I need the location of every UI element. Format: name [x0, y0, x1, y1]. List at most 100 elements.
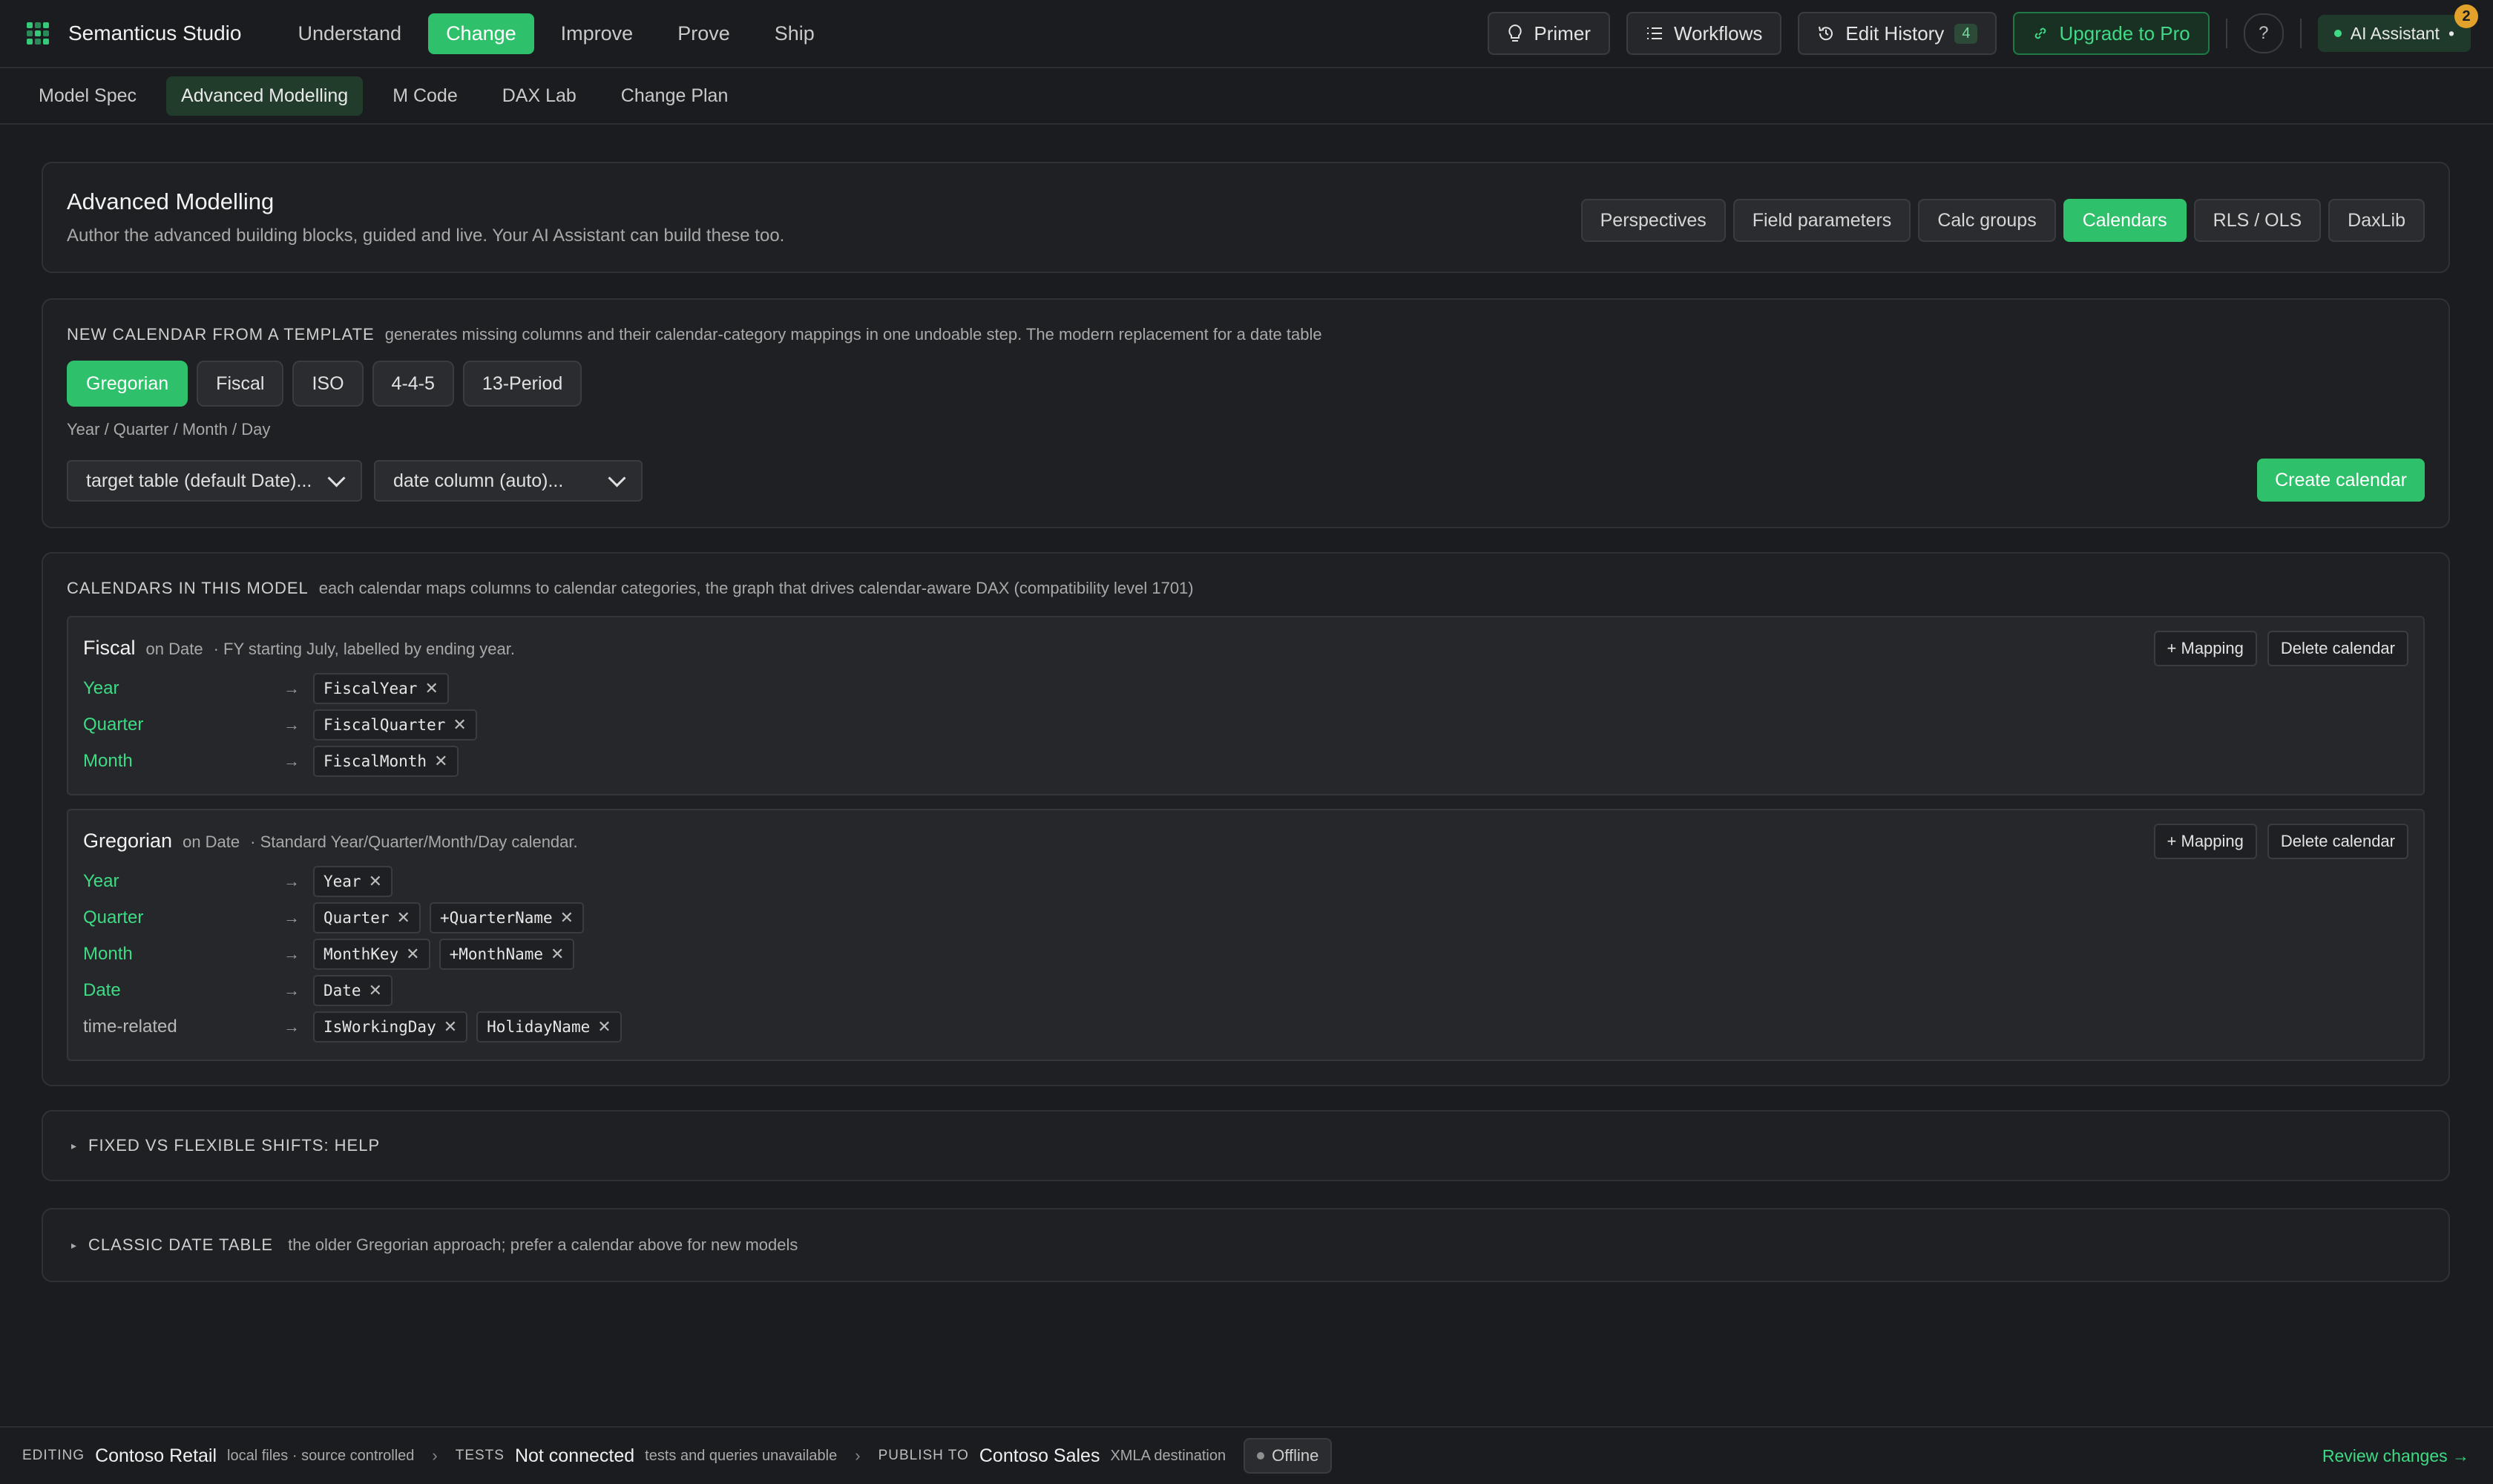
tab-field-parameters[interactable]: Field parameters: [1732, 199, 1911, 242]
feature-tabs: Perspectives Field parameters Calc group…: [1580, 199, 2425, 242]
page-title: Advanced Modelling: [67, 188, 275, 214]
column-name: +MonthName: [449, 945, 544, 963]
edit-history-button[interactable]: Edit History 4: [1798, 12, 1997, 55]
tab-dax-lab[interactable]: DAX Lab: [487, 76, 591, 116]
mapping-category: Month: [83, 944, 133, 964]
expand-icon: ▸: [71, 1139, 77, 1152]
primer-label: Primer: [1534, 22, 1591, 45]
tab-perspectives[interactable]: Perspectives: [1580, 199, 1726, 242]
tab-daxlib[interactable]: DaxLib: [2328, 199, 2425, 242]
calendar-name: Fiscal: [83, 637, 136, 659]
publish-label: PUBLISH TO: [878, 1448, 969, 1463]
delete-calendar-button[interactable]: Delete calendar: [2267, 631, 2408, 666]
nav-prove[interactable]: Prove: [660, 13, 748, 54]
calendars-heading: CALENDARS IN THIS MODEL: [67, 579, 309, 597]
template-fiscal[interactable]: Fiscal: [197, 361, 284, 407]
review-changes-link[interactable]: Review changes →: [2322, 1446, 2469, 1466]
date-column-select[interactable]: date column (auto)...: [374, 460, 643, 502]
remove-icon[interactable]: ✕: [406, 945, 419, 964]
template-gregorian[interactable]: Gregorian: [67, 361, 188, 407]
nav-improve[interactable]: Improve: [543, 13, 651, 54]
chevron-right-icon: ›: [855, 1446, 861, 1465]
template-description: Year / Quarter / Month / Day: [67, 420, 271, 439]
link-icon: [2035, 27, 2046, 39]
upgrade-button[interactable]: Upgrade to Pro: [2013, 12, 2210, 55]
tab-advanced-modelling[interactable]: Advanced Modelling: [166, 76, 364, 116]
remove-icon[interactable]: ✕: [597, 1018, 611, 1037]
arrow-right-icon: →: [283, 908, 300, 927]
remove-icon[interactable]: ✕: [444, 1018, 457, 1037]
list-icon: [1646, 27, 1662, 39]
tab-model-spec[interactable]: Model Spec: [24, 76, 151, 116]
connection-status-badge[interactable]: Offline: [1244, 1438, 1333, 1474]
remove-icon[interactable]: ✕: [453, 716, 466, 735]
ai-assistant-label: AI Assistant: [2350, 23, 2440, 43]
help-button[interactable]: ?: [2243, 13, 2284, 53]
tab-m-code[interactable]: M Code: [378, 76, 473, 116]
target-table-select[interactable]: target table (default Date)...: [67, 460, 362, 502]
ai-assistant-button[interactable]: AI Assistant • 2: [2317, 4, 2478, 52]
mapping-category: Year: [83, 678, 119, 698]
remove-icon[interactable]: ✕: [369, 982, 382, 1000]
editing-label: EDITING: [22, 1448, 85, 1463]
tab-change-plan[interactable]: Change Plan: [606, 76, 743, 116]
main-nav: Understand Change Improve Prove Ship: [280, 13, 832, 54]
tab-rls-ols[interactable]: RLS / OLS: [2193, 199, 2322, 242]
tab-calendars[interactable]: Calendars: [2063, 199, 2187, 242]
mapping-row: Month → MonthKey ✕ +MonthName ✕: [83, 939, 583, 970]
template-13-period[interactable]: 13-Period: [462, 361, 582, 407]
remove-icon[interactable]: ✕: [369, 873, 382, 891]
remove-icon[interactable]: ✕: [551, 945, 564, 964]
remove-icon[interactable]: ✕: [424, 680, 438, 698]
add-mapping-button[interactable]: + Mapping: [2153, 824, 2257, 859]
nav-change[interactable]: Change: [428, 13, 534, 54]
classic-date-table-section[interactable]: ▸ CLASSIC DATE TABLE the older Gregorian…: [42, 1208, 2450, 1282]
upgrade-label: Upgrade to Pro: [2059, 22, 2190, 45]
nav-ship[interactable]: Ship: [757, 13, 832, 54]
template-4-4-5[interactable]: 4-4-5: [372, 361, 454, 407]
editing-note: local files · source controlled: [227, 1447, 415, 1464]
calendars-note: each calendar maps columns to calendar c…: [318, 579, 1194, 597]
classic-date-table-note: the older Gregorian approach; prefer a c…: [288, 1235, 798, 1254]
sub-tabs: Model Spec Advanced Modelling M Code DAX…: [0, 68, 2493, 125]
column-chip: +MonthName ✕: [439, 939, 575, 970]
arrow-right-icon: →: [283, 1017, 300, 1036]
calendar-on: on Date: [183, 833, 240, 851]
publish-note: XMLA destination: [1110, 1447, 1226, 1464]
calendar-description: · Standard Year/Quarter/Month/Day calend…: [250, 833, 578, 851]
expand-icon: ▸: [71, 1238, 77, 1251]
delete-calendar-button[interactable]: Delete calendar: [2267, 824, 2408, 859]
add-mapping-button[interactable]: + Mapping: [2153, 631, 2257, 666]
mapping-row: Date → Date ✕: [83, 975, 401, 1006]
shifts-help-section[interactable]: ▸ FIXED VS FLEXIBLE SHIFTS: HELP: [42, 1110, 2450, 1181]
create-calendar-button[interactable]: Create calendar: [2257, 459, 2425, 502]
column-chip: IsWorkingDay ✕: [313, 1011, 468, 1043]
toolbar-divider: [2299, 19, 2302, 48]
status-dot-icon: [2333, 30, 2342, 37]
column-chip: Year ✕: [313, 866, 393, 897]
calendar-gregorian: Gregorian on Date · Standard Year/Quarte…: [67, 809, 2425, 1061]
history-icon: [1819, 26, 1833, 41]
calendars-card: CALENDARS IN THIS MODEL each calendar ma…: [42, 552, 2450, 1086]
new-calendar-card: NEW CALENDAR FROM A TEMPLATE generates m…: [42, 298, 2450, 528]
date-column-value: date column (auto)...: [393, 470, 564, 491]
status-dot-icon: [1257, 1452, 1265, 1460]
workflows-button[interactable]: Workflows: [1626, 12, 1782, 55]
nav-understand[interactable]: Understand: [280, 13, 419, 54]
column-name: FiscalYear: [323, 680, 418, 697]
tests-status: Not connected: [514, 1445, 635, 1466]
tab-calc-groups[interactable]: Calc groups: [1918, 199, 2056, 242]
edit-history-label: Edit History: [1845, 22, 1945, 45]
primer-button[interactable]: Primer: [1488, 12, 1610, 55]
column-name: Quarter: [323, 909, 390, 927]
remove-icon[interactable]: ✕: [434, 752, 447, 771]
column-chip: Quarter ✕: [313, 902, 421, 933]
template-iso[interactable]: ISO: [292, 361, 364, 407]
arrow-right-icon: →: [283, 872, 300, 890]
remove-icon[interactable]: ✕: [560, 909, 574, 928]
remove-icon[interactable]: ✕: [397, 909, 410, 928]
page-subtitle: Author the advanced building blocks, gui…: [67, 226, 785, 246]
column-chip: FiscalQuarter ✕: [313, 709, 477, 741]
chevron-down-icon: [608, 468, 626, 487]
mapping-category: Year: [83, 871, 119, 891]
